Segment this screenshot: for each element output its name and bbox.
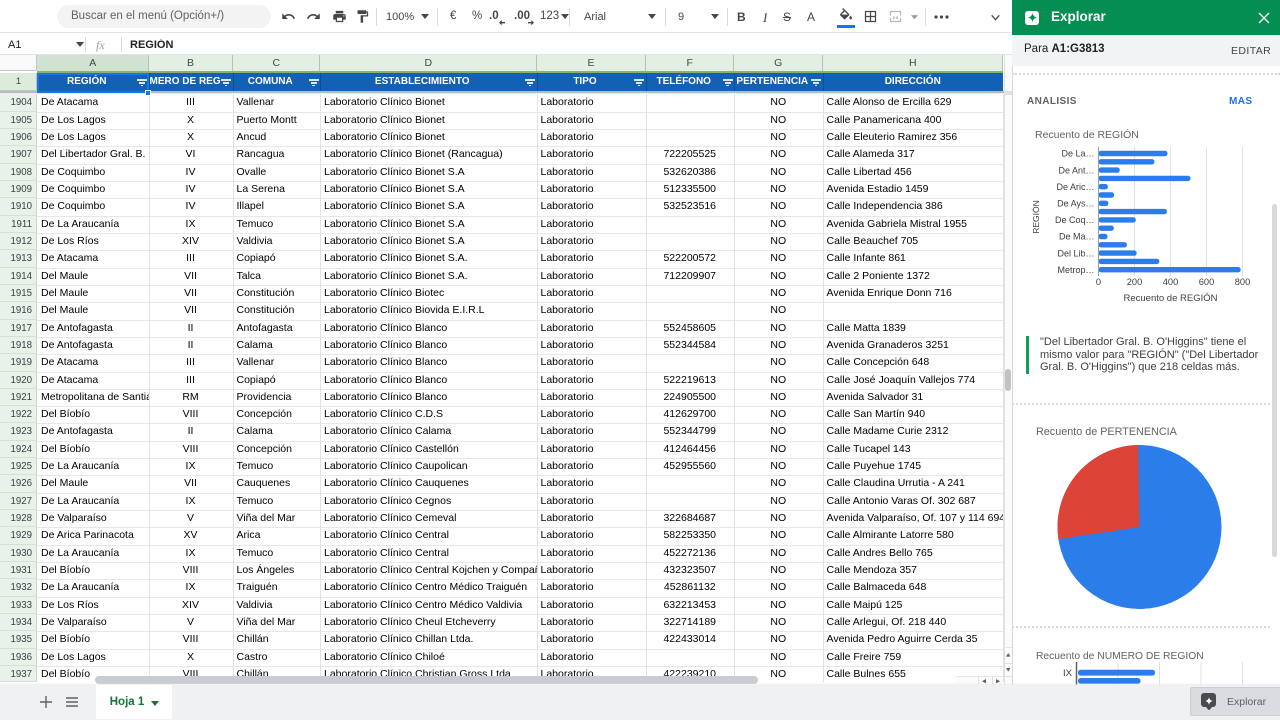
svg-text:De Ays…: De Ays…: [1057, 199, 1094, 209]
svg-text:Metrop…: Metrop…: [1057, 265, 1094, 275]
svg-text:600: 600: [1199, 277, 1215, 287]
svg-text:Recuento de REGIÓN: Recuento de REGIÓN: [1124, 293, 1218, 304]
svg-text:REGIÓN: REGIÓN: [1031, 200, 1041, 234]
svg-text:200: 200: [1127, 277, 1143, 287]
svg-text:De Aric…: De Aric…: [1056, 182, 1094, 192]
svg-text:IX: IX: [1063, 668, 1073, 679]
svg-text:Del Lib…: Del Lib…: [1057, 248, 1094, 258]
svg-text:De Coq…: De Coq…: [1055, 215, 1095, 225]
svg-text:De Ant…: De Ant…: [1058, 165, 1094, 175]
svg-text:800: 800: [1235, 277, 1251, 287]
svg-text:De Ma…: De Ma…: [1059, 232, 1095, 242]
svg-text:De La…: De La…: [1061, 149, 1094, 159]
svg-text:Recuento de REGIÓN: Recuento de REGIÓN: [1035, 128, 1139, 141]
svg-text:0: 0: [1096, 277, 1101, 287]
svg-text:400: 400: [1163, 277, 1179, 287]
